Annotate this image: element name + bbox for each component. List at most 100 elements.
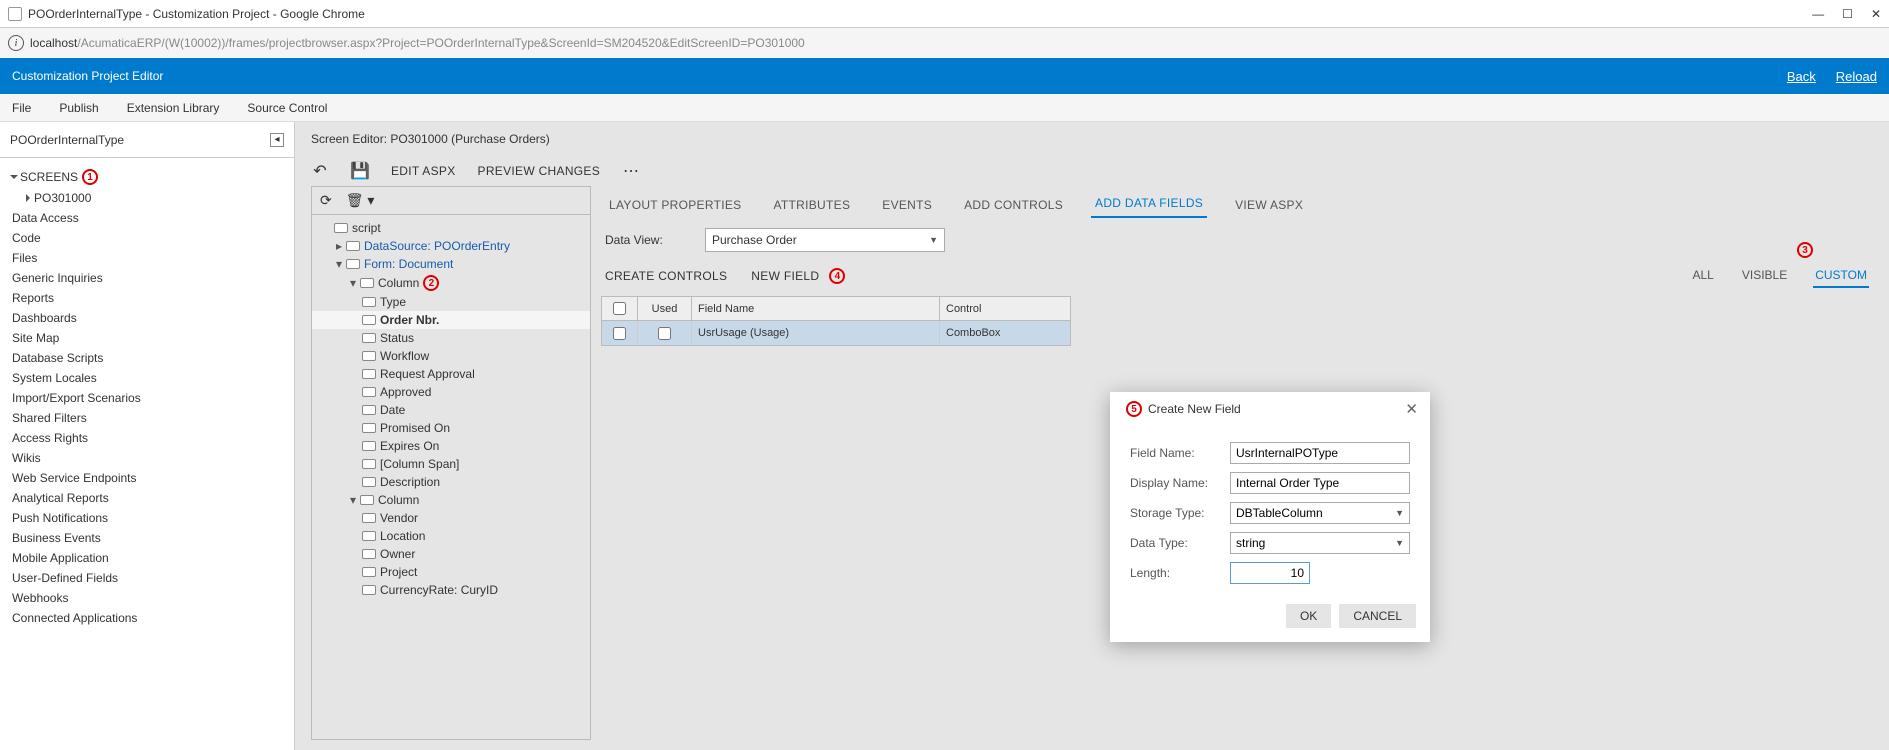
structure-node[interactable]: Expires On: [312, 437, 590, 455]
structure-node[interactable]: ▾Column: [312, 491, 590, 509]
nav-item[interactable]: Access Rights: [12, 428, 282, 448]
structure-node[interactable]: ▾Form: Document: [312, 255, 590, 273]
nav-item[interactable]: Shared Filters: [12, 408, 282, 428]
nav-item[interactable]: Business Events: [12, 528, 282, 548]
menu-extension-library[interactable]: Extension Library: [127, 101, 220, 115]
menu-file[interactable]: File: [12, 101, 31, 115]
dialog-close-icon[interactable]: ✕: [1405, 400, 1418, 418]
structure-node[interactable]: Promised On: [312, 419, 590, 437]
nav-item[interactable]: Code: [12, 228, 282, 248]
structure-node[interactable]: Request Approval: [312, 365, 590, 383]
nav-item[interactable]: System Locales: [12, 368, 282, 388]
nav-item[interactable]: Mobile Application: [12, 548, 282, 568]
structure-node[interactable]: Description: [312, 473, 590, 491]
nav-item[interactable]: Reports: [12, 288, 282, 308]
node-icon: [346, 241, 360, 251]
nav-item[interactable]: Import/Export Scenarios: [12, 388, 282, 408]
save-icon[interactable]: 💾: [351, 162, 369, 180]
label-display-name: Display Name:: [1130, 476, 1230, 490]
new-field-button[interactable]: NEW FIELD: [751, 269, 819, 283]
nav-item[interactable]: User-Defined Fields: [12, 568, 282, 588]
app-title: Customization Project Editor: [12, 69, 163, 83]
nav-item[interactable]: Wikis: [12, 448, 282, 468]
structure-node[interactable]: Approved: [312, 383, 590, 401]
nav-item[interactable]: Analytical Reports: [12, 488, 282, 508]
nav-screen-po301000[interactable]: PO301000: [12, 188, 282, 208]
nav-item[interactable]: Data Access: [12, 208, 282, 228]
structure-node[interactable]: script: [312, 219, 590, 237]
nav-item[interactable]: Files: [12, 248, 282, 268]
nav-item[interactable]: Webhooks: [12, 588, 282, 608]
nav-item[interactable]: Database Scripts: [12, 348, 282, 368]
preview-changes-button[interactable]: PREVIEW CHANGES: [478, 164, 601, 178]
info-icon[interactable]: i: [8, 35, 24, 51]
nav-item[interactable]: Web Service Endpoints: [12, 468, 282, 488]
tab-view-aspx[interactable]: VIEW ASPX: [1231, 192, 1307, 218]
chevron-down-icon: ▼: [1395, 538, 1404, 548]
more-icon[interactable]: ⋯: [622, 162, 640, 180]
nav-item[interactable]: Connected Applications: [12, 608, 282, 628]
menu-bar: File Publish Extension Library Source Co…: [0, 94, 1889, 122]
tab-events[interactable]: EVENTS: [878, 192, 936, 218]
structure-node[interactable]: Date: [312, 401, 590, 419]
collapse-nav-icon[interactable]: ◂: [270, 133, 284, 147]
input-field-name[interactable]: [1230, 442, 1410, 464]
create-controls-button[interactable]: CREATE CONTROLS: [605, 269, 727, 283]
close-icon[interactable]: ✕: [1871, 7, 1881, 21]
grid-header-used[interactable]: Used: [638, 297, 692, 320]
row-used-checkbox[interactable]: [658, 327, 671, 340]
grid-header-control[interactable]: Control: [940, 297, 1070, 320]
structure-node[interactable]: Location: [312, 527, 590, 545]
dialog-cancel-button[interactable]: CANCEL: [1339, 604, 1416, 628]
structure-node[interactable]: CurrencyRate: CuryID: [312, 581, 590, 599]
structure-node[interactable]: [Column Span]: [312, 455, 590, 473]
maximize-icon[interactable]: ☐: [1842, 7, 1853, 21]
nav-item[interactable]: Dashboards: [12, 308, 282, 328]
dialog-ok-button[interactable]: OK: [1286, 604, 1331, 628]
filter-visible[interactable]: VISIBLE: [1740, 264, 1789, 288]
input-length[interactable]: [1230, 562, 1310, 584]
tab-add-controls[interactable]: ADD CONTROLS: [960, 192, 1067, 218]
row-field-name: UsrUsage (Usage): [692, 321, 940, 345]
structure-node[interactable]: Order Nbr.: [312, 311, 590, 329]
node-icon: [360, 495, 374, 505]
edit-aspx-button[interactable]: EDIT ASPX: [391, 164, 456, 178]
select-storage-type[interactable]: DBTableColumn▼: [1230, 502, 1410, 524]
select-data-type[interactable]: string▼: [1230, 532, 1410, 554]
nav-item[interactable]: Site Map: [12, 328, 282, 348]
dataview-select[interactable]: Purchase Order▼: [705, 228, 945, 252]
structure-node[interactable]: Owner: [312, 545, 590, 563]
address-bar: i localhost/AcumaticaERP/(W(10002))/fram…: [0, 28, 1889, 58]
menu-source-control[interactable]: Source Control: [247, 101, 327, 115]
tab-add-data-fields[interactable]: ADD DATA FIELDS: [1091, 190, 1207, 218]
back-link[interactable]: Back: [1787, 69, 1816, 84]
structure-node[interactable]: Status: [312, 329, 590, 347]
dialog-title: Create New Field: [1148, 402, 1241, 416]
structure-node[interactable]: ▸DataSource: POOrderEntry: [312, 237, 590, 255]
menu-publish[interactable]: Publish: [59, 101, 98, 115]
nav-screens[interactable]: SCREENS 1: [12, 166, 282, 188]
tab-attributes[interactable]: ATTRIBUTES: [769, 192, 854, 218]
url-text[interactable]: localhost/AcumaticaERP/(W(10002))/frames…: [30, 36, 805, 50]
input-display-name[interactable]: [1230, 472, 1410, 494]
minimize-icon[interactable]: —: [1812, 7, 1824, 21]
reload-link[interactable]: Reload: [1836, 69, 1877, 84]
refresh-icon[interactable]: ⟳: [320, 192, 332, 209]
structure-node[interactable]: ▾Column2: [312, 273, 590, 293]
editor-toolbar: ↶ 💾 EDIT ASPX PREVIEW CHANGES ⋯: [295, 156, 1889, 186]
nav-item[interactable]: Push Notifications: [12, 508, 282, 528]
structure-node[interactable]: Workflow: [312, 347, 590, 365]
delete-icon[interactable]: 🗑 ▾: [346, 192, 375, 209]
structure-node[interactable]: Vendor: [312, 509, 590, 527]
grid-header-field[interactable]: Field Name: [692, 297, 940, 320]
filter-custom[interactable]: CUSTOM: [1813, 264, 1869, 288]
row-select-checkbox[interactable]: [613, 327, 626, 340]
structure-node[interactable]: Type: [312, 293, 590, 311]
tab-layout[interactable]: LAYOUT PROPERTIES: [605, 192, 745, 218]
grid-select-all[interactable]: [613, 302, 626, 315]
structure-node[interactable]: Project: [312, 563, 590, 581]
grid-row[interactable]: UsrUsage (Usage) ComboBox: [602, 321, 1070, 345]
nav-item[interactable]: Generic Inquiries: [12, 268, 282, 288]
undo-icon[interactable]: ↶: [311, 162, 329, 180]
filter-all[interactable]: ALL: [1691, 264, 1716, 288]
